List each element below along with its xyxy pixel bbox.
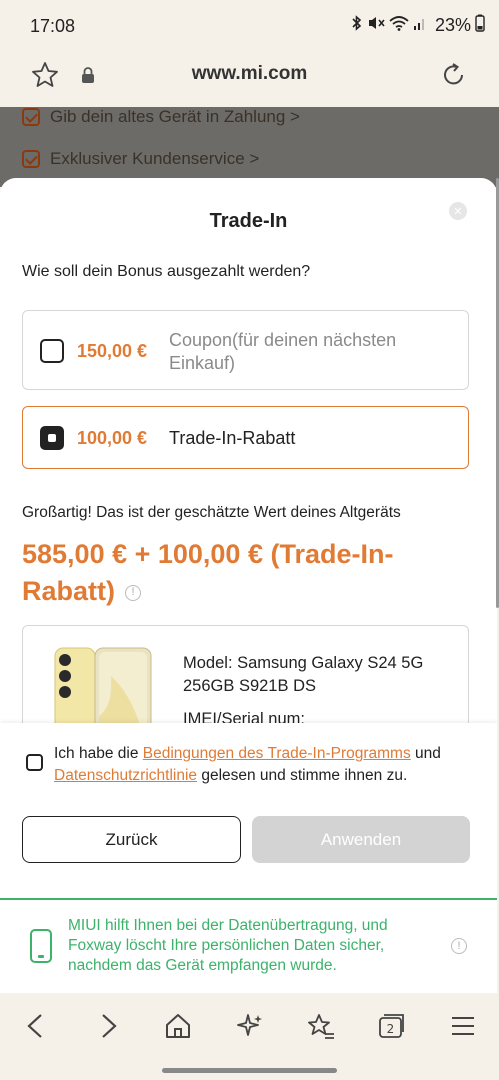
forward-arrow-icon[interactable] bbox=[94, 1011, 124, 1041]
reload-icon[interactable] bbox=[439, 60, 469, 95]
terms-prefix: Ich habe die bbox=[54, 745, 143, 762]
background-item: Gib dein altes Gerät in Zahlung > bbox=[22, 107, 300, 127]
gesture-bar[interactable] bbox=[162, 1068, 337, 1073]
terms-middle: und bbox=[410, 745, 441, 762]
terms-suffix: gelesen und stimme ihnen zu. bbox=[197, 767, 408, 784]
apply-button[interactable]: Anwenden bbox=[252, 816, 470, 863]
background-page: Gib dein altes Gerät in Zahlung > Exklus… bbox=[0, 107, 499, 187]
battery-icon bbox=[475, 14, 485, 37]
info-icon[interactable]: ! bbox=[451, 938, 467, 954]
estimate-value: 585,00 € + 100,00 € (Trade-In-Rabatt)! bbox=[22, 536, 442, 610]
option-amount: 100,00 € bbox=[77, 428, 148, 448]
notice-text: MIUI hilft Ihnen bei der Datenübertragun… bbox=[68, 917, 388, 974]
trade-in-sheet: Trade-In ✕ Wie soll dein Bonus ausgezahl… bbox=[0, 178, 497, 993]
url-text[interactable]: www.mi.com bbox=[0, 63, 499, 85]
checkmark-icon bbox=[22, 150, 40, 168]
info-icon[interactable]: ! bbox=[125, 584, 141, 601]
close-icon[interactable]: ✕ bbox=[449, 202, 467, 220]
status-icons: 23% bbox=[351, 14, 485, 37]
back-arrow-icon[interactable] bbox=[20, 1011, 50, 1041]
terms-link-privacy[interactable]: Datenschutzrichtlinie bbox=[54, 767, 197, 784]
background-item: Exklusiver Kundenservice > bbox=[22, 149, 259, 169]
ai-sparkle-icon[interactable] bbox=[235, 1011, 265, 1041]
terms-link-conditions[interactable]: Bedingungen des Trade-In-Programms bbox=[143, 745, 411, 762]
estimate-label: Großartig! Das ist der geschätzte Wert d… bbox=[22, 504, 401, 521]
browser-bottom-nav: 2 bbox=[0, 993, 499, 1080]
home-icon[interactable] bbox=[163, 1011, 193, 1041]
option-coupon[interactable]: 150,00 € Coupon(für deinen nächsten Eink… bbox=[22, 310, 469, 390]
status-bar: 17:08 23% bbox=[0, 0, 499, 50]
estimate-value-text: 585,00 € + 100,00 € (Trade-In-Rabatt) bbox=[22, 539, 394, 606]
browser-url-bar: www.mi.com bbox=[0, 50, 499, 107]
option-trade-in-rabatt[interactable]: 100,00 € Trade-In-Rabatt bbox=[22, 406, 469, 469]
back-button[interactable]: Zurück bbox=[22, 816, 241, 863]
option-radio-selected[interactable] bbox=[40, 426, 64, 450]
option-label: Trade-In-Rabatt bbox=[169, 428, 296, 448]
option-radio[interactable] bbox=[40, 339, 64, 363]
tabs-icon[interactable]: 2 bbox=[376, 1011, 406, 1041]
menu-icon[interactable] bbox=[448, 1011, 478, 1041]
status-time: 17:08 bbox=[30, 16, 76, 36]
mute-icon bbox=[367, 15, 385, 36]
payout-question: Wie soll dein Bonus ausgezahlt werden? bbox=[22, 263, 311, 280]
background-item-label: Exklusiver Kundenservice > bbox=[50, 149, 260, 168]
device-model: Model: Samsung Galaxy S24 5G 256GB S921B… bbox=[183, 654, 424, 695]
wifi-icon bbox=[389, 15, 409, 36]
data-notice: MIUI hilft Ihnen bei der Datenübertragun… bbox=[0, 898, 497, 993]
sheet-footer: Ich habe die Bedingungen des Trade-In-Pr… bbox=[0, 723, 497, 901]
bookmarks-icon[interactable] bbox=[306, 1011, 336, 1041]
battery-percent: 23% bbox=[434, 15, 471, 35]
option-label: Coupon(für deinen nächsten Einkauf) bbox=[169, 330, 397, 373]
terms-text: Ich habe die Bedingungen des Trade-In-Pr… bbox=[54, 743, 472, 787]
sheet-title: Trade-In bbox=[209, 210, 288, 232]
tabs-count: 2 bbox=[387, 1022, 395, 1036]
background-item-label: Gib dein altes Gerät in Zahlung > bbox=[50, 107, 300, 126]
signal-icon bbox=[413, 15, 427, 36]
terms-agreement: Ich habe die Bedingungen des Trade-In-Pr… bbox=[22, 743, 472, 787]
phone-icon bbox=[30, 929, 52, 963]
bluetooth-icon bbox=[351, 15, 363, 36]
terms-checkbox[interactable] bbox=[26, 754, 43, 771]
option-amount: 150,00 € bbox=[77, 341, 148, 361]
checkmark-icon bbox=[22, 108, 40, 126]
